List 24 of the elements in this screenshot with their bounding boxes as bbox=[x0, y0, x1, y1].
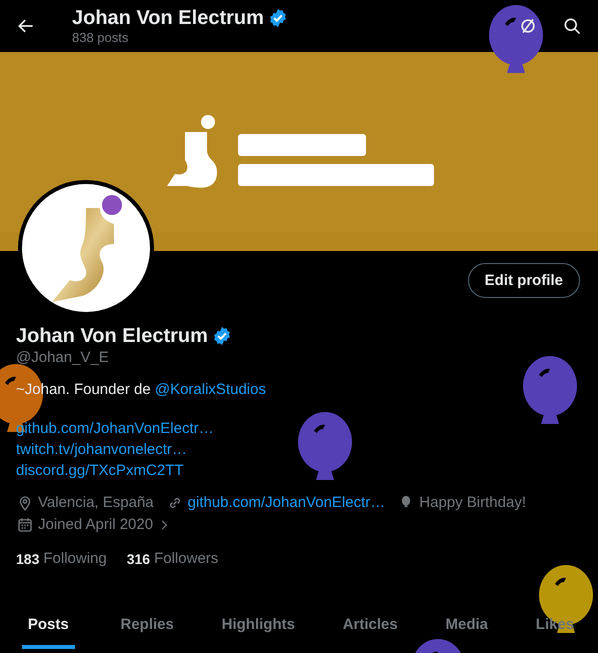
stat-label[interactable]: Following bbox=[43, 549, 107, 569]
stat-count[interactable]: 183 bbox=[16, 549, 40, 569]
website-link[interactable]: twitch.tv/johanvonelectr… bbox=[16, 439, 187, 460]
profile-tab[interactable]: Media bbox=[444, 613, 490, 637]
post-count: 838 posts bbox=[72, 30, 130, 46]
calendar-icon bbox=[16, 516, 34, 534]
stat-count[interactable]: 316 bbox=[126, 549, 150, 569]
display-name: Johan Von Electrum bbox=[16, 324, 208, 348]
website-link[interactable]: github.com/JohanVonElectr… bbox=[188, 493, 386, 513]
profile-title: Johan Von Electrum bbox=[72, 6, 264, 30]
username: @Johan_V_E bbox=[16, 348, 110, 368]
website-link[interactable]: discord.gg/TXcPxmC2TT bbox=[16, 460, 184, 481]
join-date[interactable]: Joined April 2020 bbox=[38, 515, 154, 535]
edit-profile-button[interactable]: Edit profile bbox=[468, 263, 580, 298]
location-text: Valencia, España bbox=[38, 493, 154, 513]
stat-label[interactable]: Followers bbox=[154, 549, 218, 569]
profile-tab[interactable]: Replies bbox=[118, 613, 176, 637]
profile-tab[interactable]: Posts bbox=[22, 611, 75, 649]
search-icon[interactable] bbox=[562, 16, 582, 36]
profile-tab[interactable]: Highlights bbox=[220, 613, 297, 637]
profile-tab[interactable]: Articles bbox=[340, 613, 400, 637]
birthday-text: Happy Birthday! bbox=[419, 493, 526, 513]
website-link[interactable]: github.com/JohanVonElectr… bbox=[16, 418, 214, 439]
mention-link[interactable]: @KoralixStudios bbox=[154, 381, 266, 398]
